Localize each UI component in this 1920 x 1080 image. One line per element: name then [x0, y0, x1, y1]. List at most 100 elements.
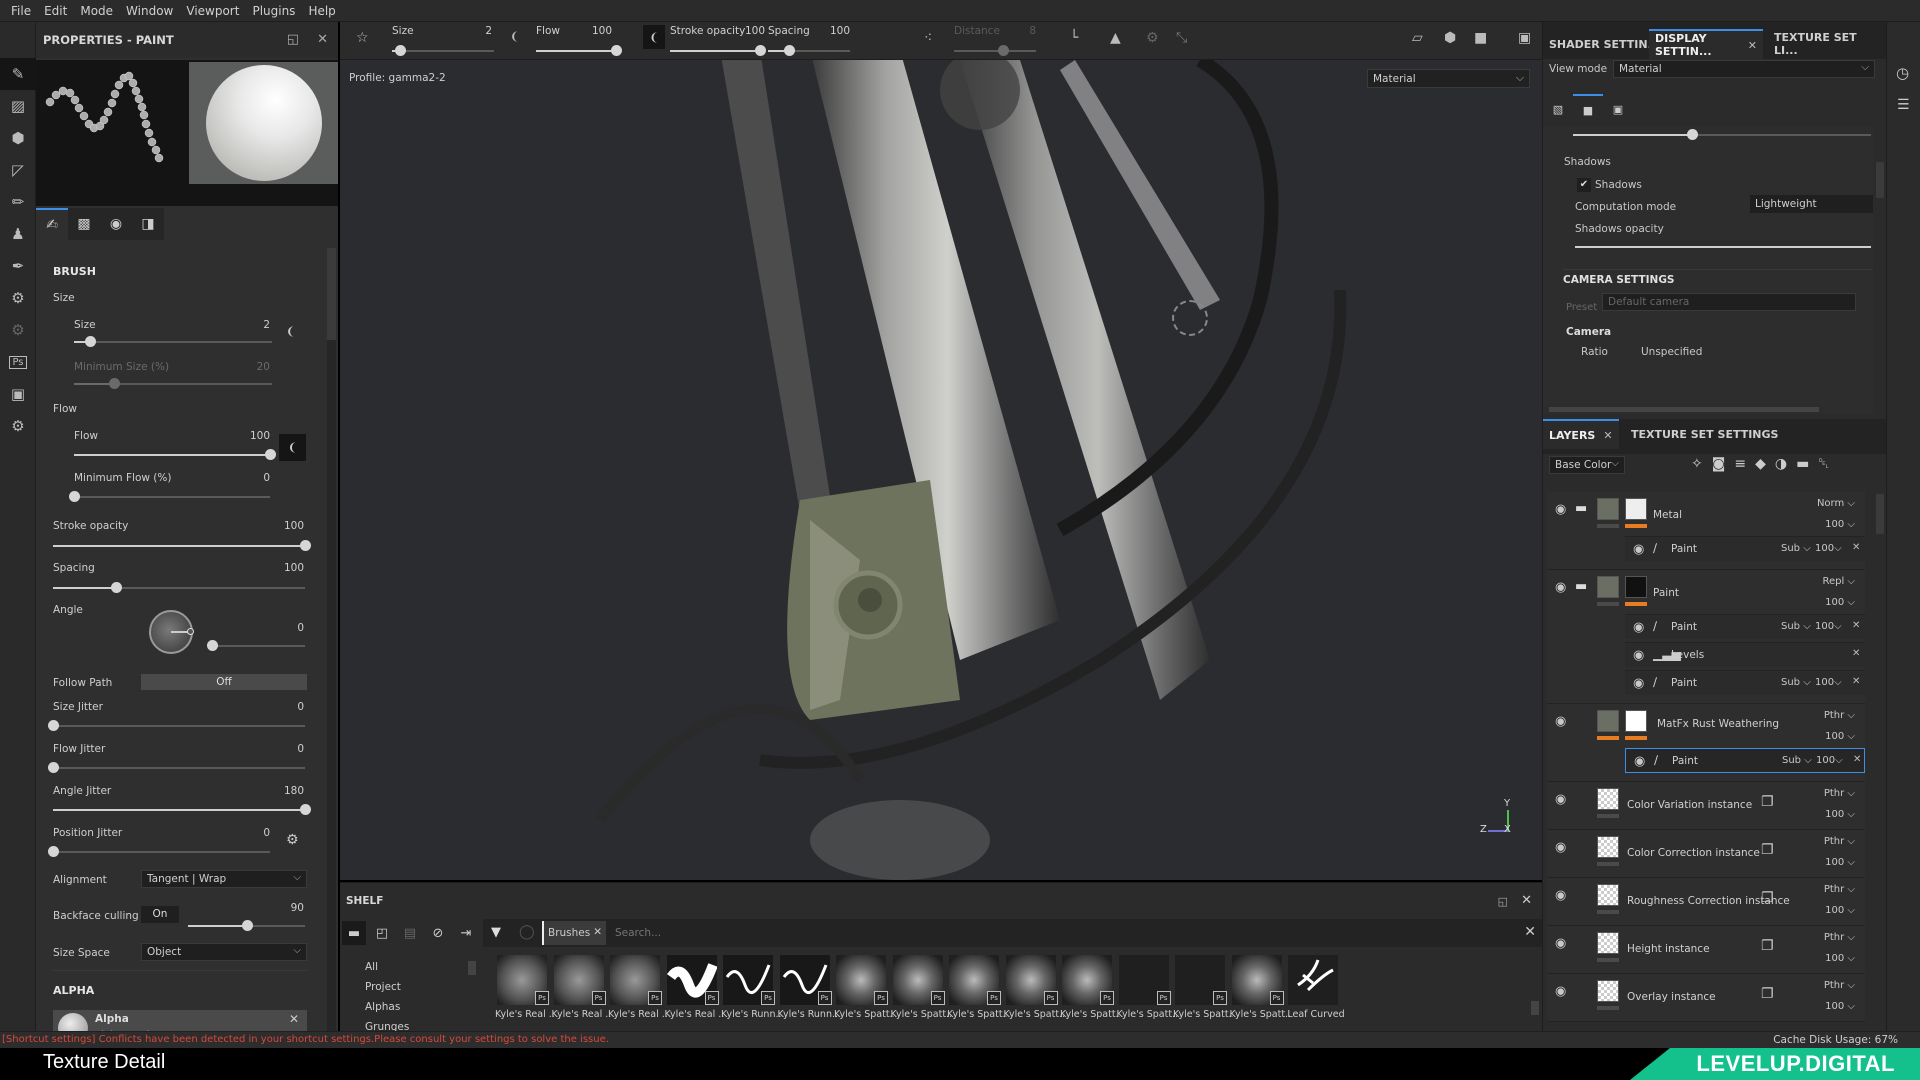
display-settings-scrollbar[interactable] — [1876, 162, 1884, 198]
toolbar-stroke-opacity-slider[interactable] — [670, 45, 766, 56]
backface-angle-slider[interactable] — [188, 920, 305, 931]
toolbar-flow-slider[interactable] — [536, 45, 622, 56]
blend-mode-dropdown[interactable]: Pthr ⌵ — [1824, 884, 1855, 895]
menu-edit[interactable]: Edit — [44, 4, 67, 18]
add-mask-icon[interactable]: ◙ — [1712, 456, 1726, 472]
shelf-brush-item[interactable]: Ps Kyle's Real ... — [665, 955, 725, 1033]
paint-brush-tool-icon[interactable]: ✎ — [0, 58, 36, 90]
camera-tab-icon[interactable]: ■ — [1573, 94, 1603, 124]
blend-mode-dropdown[interactable]: Norm ⌵ — [1817, 498, 1855, 509]
add-layer-icon[interactable]: ≡ — [1734, 456, 1746, 472]
shadows-checkbox[interactable]: ✔ — [1577, 178, 1591, 192]
opacity-dropdown[interactable]: 100 ⌵ — [1825, 857, 1855, 868]
lazy-mouse-icon[interactable]: ⁖ — [924, 30, 932, 46]
shelf-category-scrollbar[interactable] — [468, 961, 476, 975]
size-jitter-slider[interactable] — [48, 720, 305, 731]
add-folder-icon[interactable]: ▬ — [1796, 456, 1809, 472]
angle-dial[interactable] — [149, 610, 194, 654]
toolbar-spacing-slider[interactable] — [768, 45, 850, 56]
spacing-slider[interactable] — [53, 582, 305, 593]
viewer-tab-icon[interactable]: ▣ — [1603, 94, 1633, 124]
display-settings-hscrollbar[interactable] — [1549, 407, 1819, 412]
layer-mask-thumbnail[interactable] — [1625, 576, 1647, 598]
blend-mode-dropdown[interactable]: Pthr ⌵ — [1824, 932, 1855, 943]
plugin-2-icon[interactable]: ⚙ — [0, 314, 36, 346]
tab-texture-set-list[interactable]: TEXTURE SET LI... — [1768, 29, 1886, 59]
view-mode-dropdown[interactable]: Material ⌵ — [1613, 60, 1875, 78]
remove-effect-icon[interactable]: ✕ — [1852, 648, 1860, 659]
layer-row[interactable]: ◉ MatFx Rust Weathering Pthr ⌵ 100 ⌵ ◉ ∕ Paint… — [1547, 704, 1865, 782]
toolbar-size-slider[interactable] — [392, 45, 494, 56]
follow-path-toggle[interactable]: Off — [141, 674, 307, 690]
menu-file[interactable]: File — [11, 4, 31, 18]
effect-opacity-dropdown[interactable]: 100⌵ — [1815, 621, 1842, 632]
layer-row[interactable]: ◉ Roughness Correction instance ❐ Pthr ⌵ 100… — [1547, 878, 1865, 926]
plugin-1-icon[interactable]: ⚙ — [0, 282, 36, 314]
pen-pressure-flow-button[interactable]: ❨ — [279, 434, 306, 461]
layer-name[interactable]: MatFx Rust Weathering — [1657, 718, 1779, 730]
object-display-icon[interactable]: ⬢ — [1444, 30, 1456, 46]
menu-window[interactable]: Window — [126, 4, 173, 18]
symmetry-icon[interactable]: ▲ — [1110, 30, 1121, 46]
shelf-brush-item[interactable]: Leaf Curved — [1286, 955, 1345, 1033]
ratio-value[interactable]: Unspecified — [1641, 346, 1702, 358]
shelf-brush-item[interactable]: Ps Kyle's Spatt... — [1004, 955, 1064, 1033]
stroke-opacity-value[interactable]: 100 — [264, 520, 304, 532]
shelf-brush-item[interactable]: Ps Kyle's Spatt... — [891, 955, 951, 1033]
polygon-fill-tool-icon[interactable]: ◸ — [0, 154, 36, 186]
menu-viewport[interactable]: Viewport — [186, 4, 239, 18]
eraser-tool-icon[interactable]: ▨ — [0, 90, 36, 122]
size-space-dropdown[interactable]: Object ⌵ — [141, 943, 307, 961]
color-picker-tool-icon[interactable]: ✒ — [0, 250, 36, 282]
angle-jitter-slider[interactable] — [53, 804, 311, 815]
folder-icon[interactable]: ▬ — [342, 921, 366, 945]
effect-opacity-dropdown[interactable]: 100⌵ — [1815, 543, 1842, 554]
channel-dropdown[interactable]: Base Color ⌵ — [1549, 456, 1625, 474]
position-jitter-slider[interactable] — [48, 846, 270, 857]
close-icon[interactable]: ✕ — [289, 1012, 299, 1026]
layer-row[interactable]: ◉ ▬ Paint Repl ⌵ 100 ⌵ ◉ ∕ Paint Sub ⌵ 100⌵ ✕ ◉ ▁▃▅ L… — [1547, 570, 1865, 704]
alpha-tab-icon[interactable]: ▩ — [68, 208, 100, 240]
shelf-brush-item[interactable]: Ps Kyle's Real ... — [608, 955, 668, 1033]
angle-value[interactable]: 0 — [264, 622, 304, 634]
angle-slider[interactable] — [207, 640, 305, 651]
layer-name[interactable]: Height instance — [1627, 943, 1710, 955]
viewport-mode-dropdown[interactable]: Material ⌵ — [1367, 69, 1530, 88]
size-value[interactable]: 2 — [230, 319, 270, 331]
opacity-dropdown[interactable]: 100 ⌵ — [1825, 1001, 1855, 1012]
shelf-category-grunges[interactable]: Grunges — [365, 1021, 409, 1031]
shelf-brush-item[interactable]: Ps Kyle's Spatt... — [1060, 955, 1120, 1033]
flow-jitter-slider[interactable] — [48, 762, 305, 773]
close-icon[interactable]: ✕ — [1603, 429, 1612, 442]
pen-pressure-flow-button[interactable]: ❨ — [643, 25, 665, 49]
blend-mode-dropdown[interactable]: Pthr ⌵ — [1824, 836, 1855, 847]
layer-mask-thumbnail[interactable] — [1625, 498, 1647, 520]
visibility-eye-icon[interactable]: ◉ — [1633, 620, 1644, 635]
history-icon[interactable]: ◷ — [1896, 64, 1909, 82]
material-tab-icon[interactable]: ◨ — [132, 208, 164, 240]
size-slider[interactable] — [74, 336, 272, 347]
position-jitter-value[interactable]: 0 — [230, 827, 270, 839]
spacing-value[interactable]: 100 — [264, 562, 304, 574]
float-panel-icon[interactable]: ◱ — [287, 32, 299, 47]
photoshop-export-icon[interactable]: Ps — [0, 346, 36, 378]
flow-value[interactable]: 100 — [230, 430, 270, 442]
shelf-category-all[interactable]: All — [365, 961, 378, 973]
visibility-eye-icon[interactable]: ◉ — [1555, 502, 1566, 517]
plugin-3-icon[interactable]: ⚙ — [0, 410, 36, 442]
toolbar-distance-slider[interactable] — [954, 45, 1036, 56]
menu-help[interactable]: Help — [308, 4, 335, 18]
size-jitter-value[interactable]: 0 — [264, 701, 304, 713]
flow-jitter-value[interactable]: 0 — [264, 743, 304, 755]
remove-effect-icon[interactable]: ✕ — [1853, 754, 1861, 765]
filter-tag-brushes[interactable]: Brushes ✕ — [542, 921, 606, 945]
alignment-dropdown[interactable]: Tangent | Wrap ⌵ — [141, 870, 307, 888]
visibility-eye-icon[interactable]: ◉ — [1555, 580, 1566, 595]
brush-tab-icon[interactable]: ✍ — [36, 208, 68, 240]
layer-name[interactable]: Metal — [1653, 509, 1682, 521]
layers-scrollbar[interactable] — [1876, 494, 1884, 534]
close-icon[interactable]: ✕ — [1748, 39, 1757, 52]
min-flow-value[interactable]: 0 — [230, 472, 270, 484]
shelf-brush-item[interactable]: Ps Kyle's Spatt... — [1117, 955, 1177, 1033]
effect-blend-dropdown[interactable]: Sub ⌵ — [1782, 755, 1812, 766]
